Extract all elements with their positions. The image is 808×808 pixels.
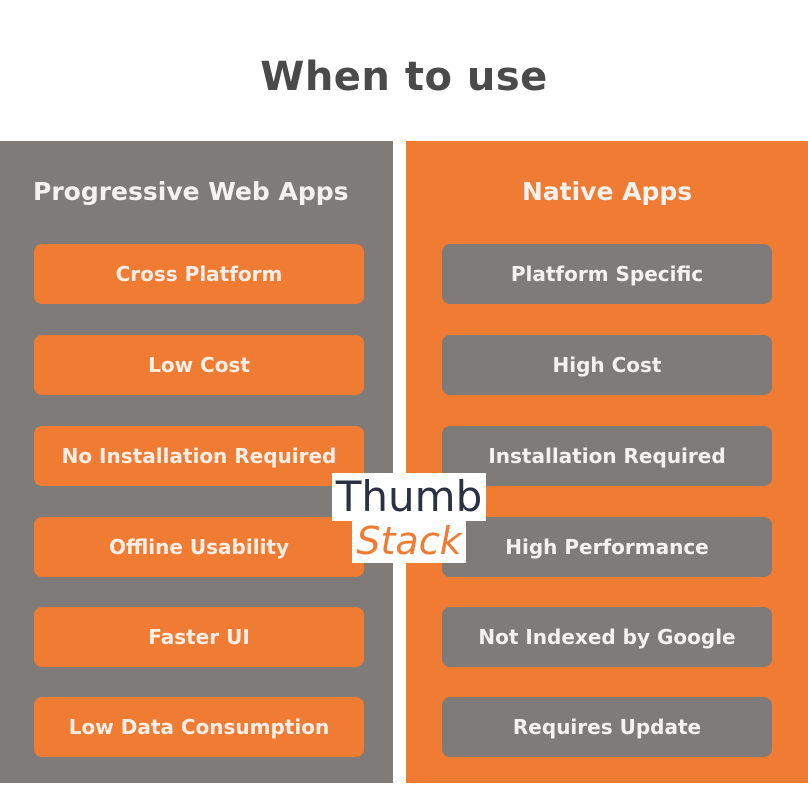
pwa-item: Low Data Consumption [34, 697, 364, 757]
native-item: Platform Specific [442, 244, 772, 304]
pwa-panel: Progressive Web Apps Cross Platform Low … [0, 141, 393, 783]
pwa-item: Offline Usability [34, 517, 364, 577]
pwa-item: Faster UI [34, 607, 364, 667]
watermark-stack: Stack [352, 519, 466, 563]
native-panel: Native Apps Platform Specific High Cost … [406, 141, 808, 783]
pwa-item: Cross Platform [34, 244, 364, 304]
native-item: Not Indexed by Google [442, 607, 772, 667]
native-item: High Cost [442, 335, 772, 395]
page-title: When to use [260, 54, 548, 100]
pwa-item: Low Cost [34, 335, 364, 395]
pwa-item: No Installation Required [34, 426, 364, 486]
infographic: When to use Progressive Web Apps Cross P… [0, 0, 808, 808]
native-heading: Native Apps [521, 177, 693, 206]
native-item: Requires Update [442, 697, 772, 757]
watermark-logo: Thumb Stack [325, 473, 493, 563]
watermark-thumb: Thumb [331, 473, 487, 521]
pwa-heading: Progressive Web Apps [33, 177, 349, 206]
